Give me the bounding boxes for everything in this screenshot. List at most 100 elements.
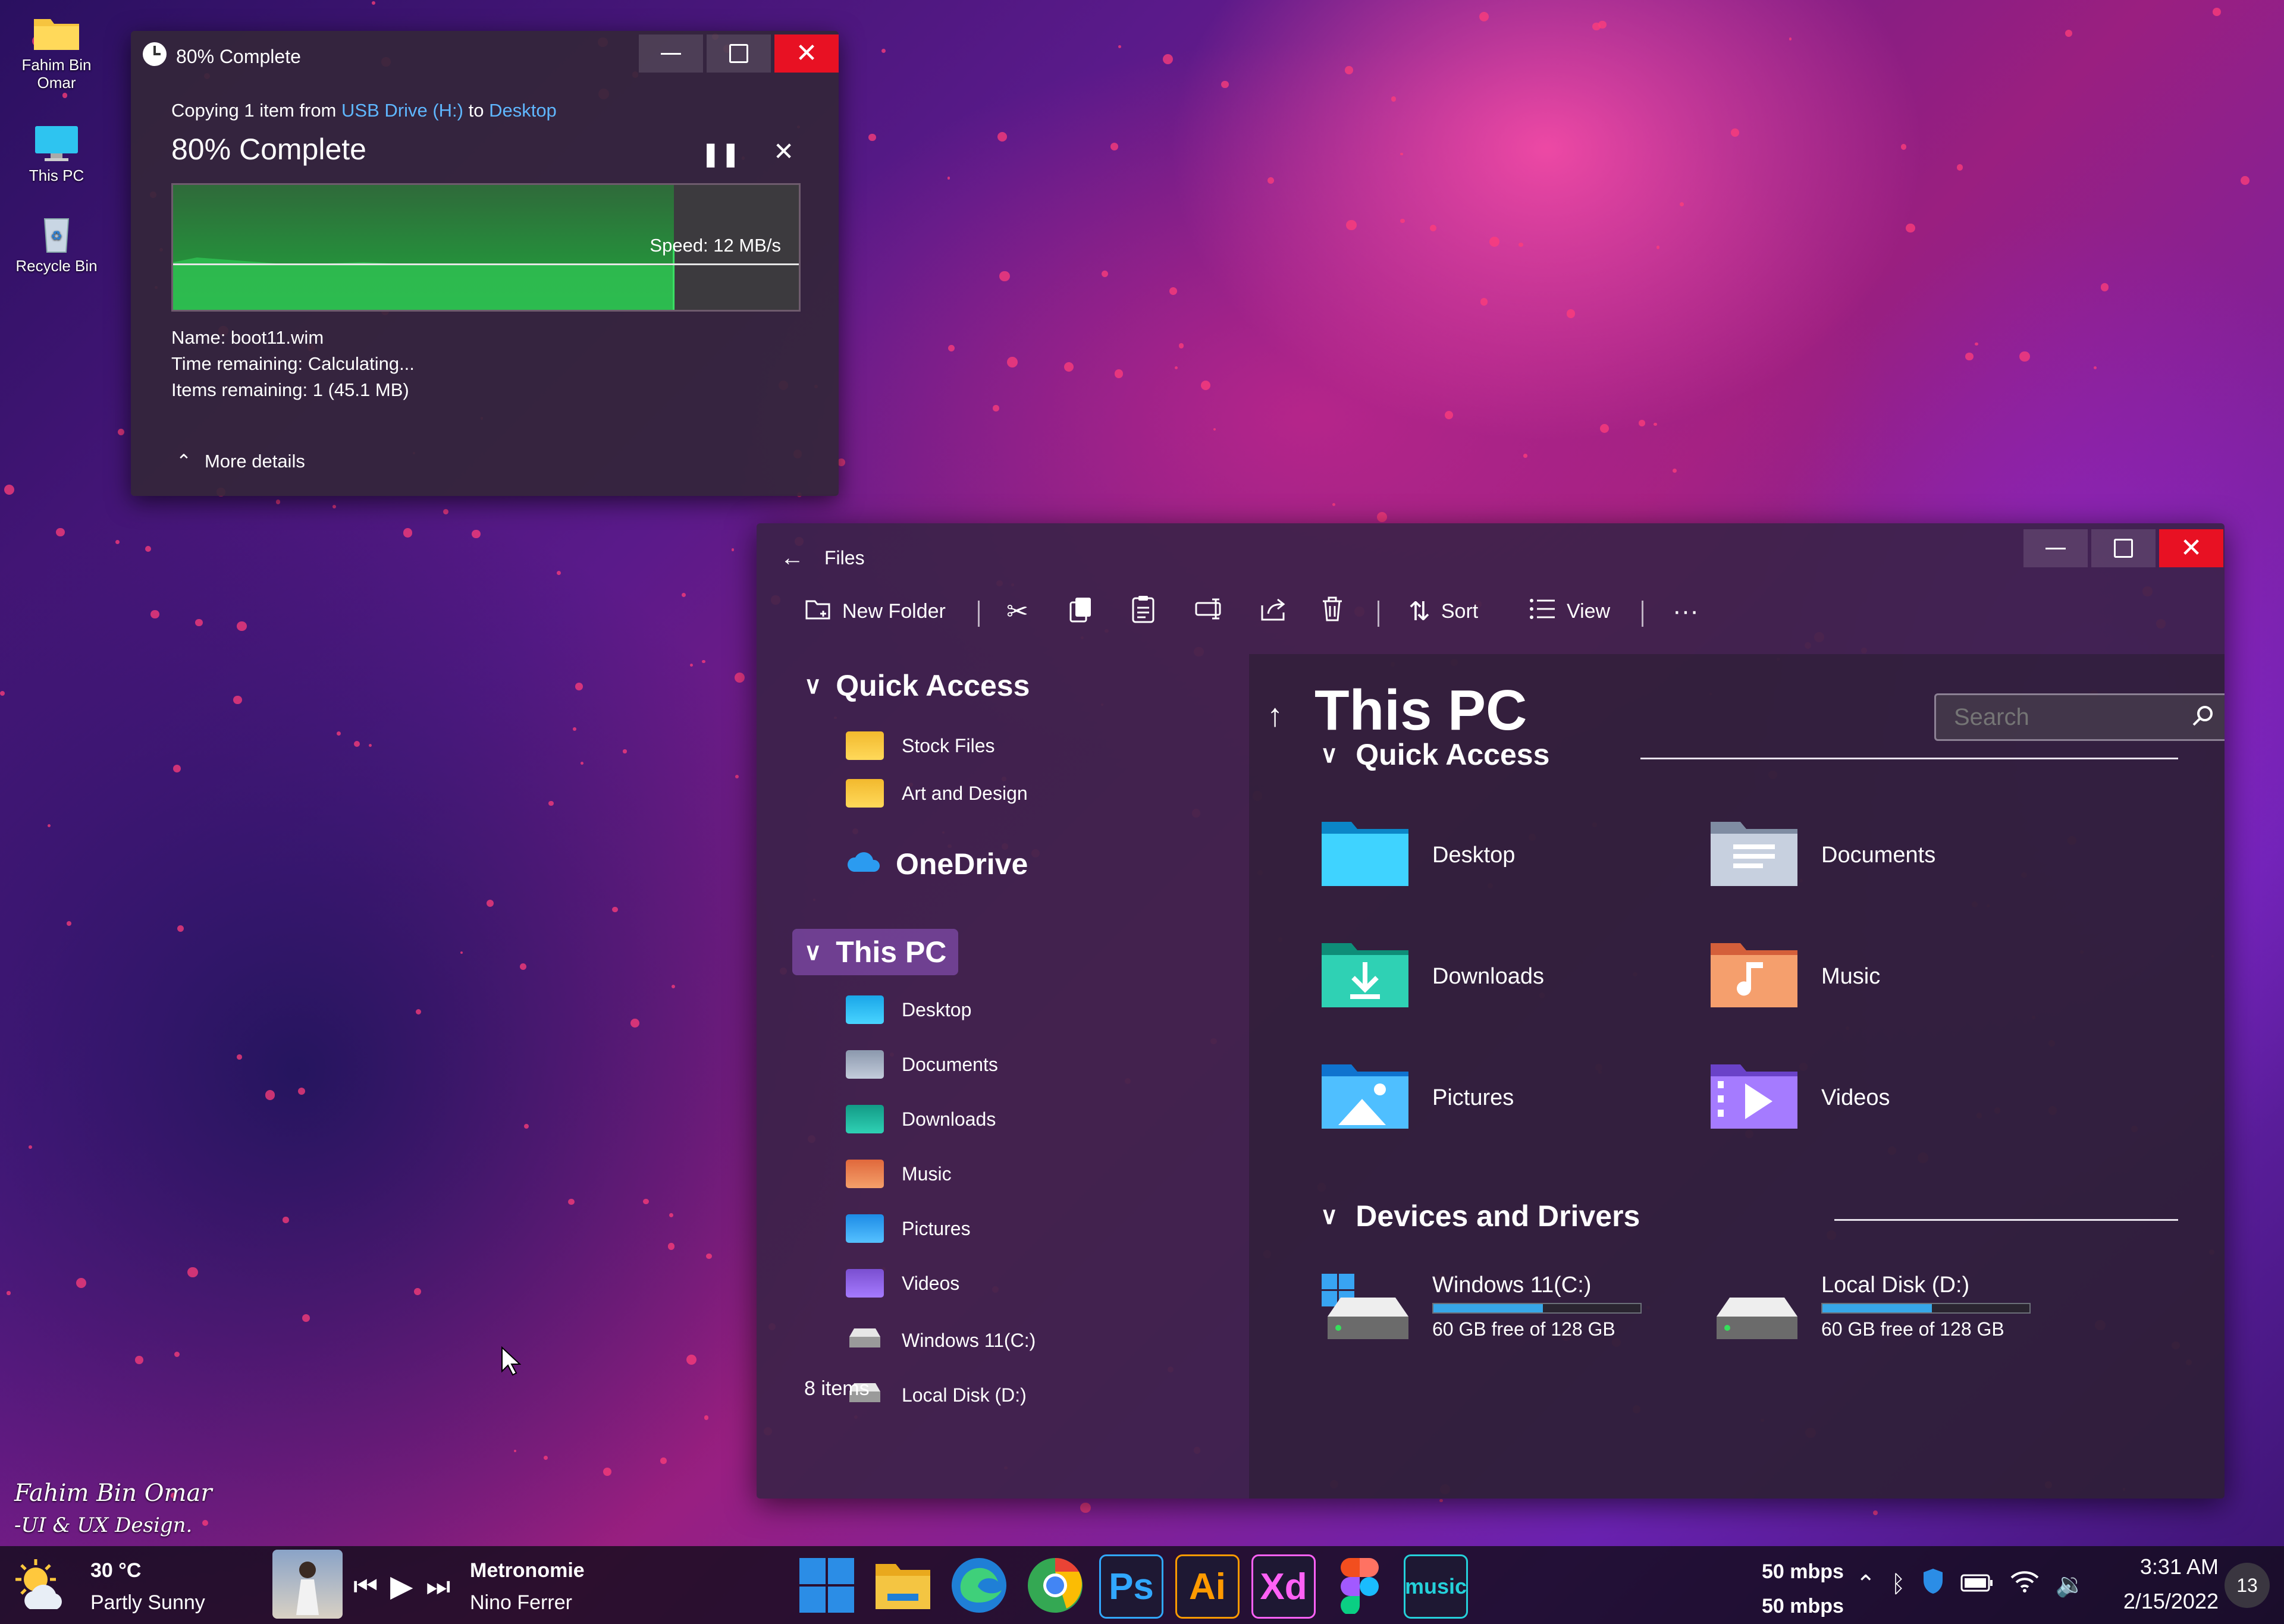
- nav-item-documents[interactable]: Documents: [846, 1050, 998, 1079]
- new-folder-button[interactable]: New Folder: [804, 593, 946, 629]
- file-name: Name: boot11.wim: [171, 327, 324, 348]
- folder-tile-videos[interactable]: Videos: [1709, 1060, 1890, 1136]
- delete-button[interactable]: [1320, 593, 1344, 629]
- taskbar-app-windows-start[interactable]: [795, 1554, 859, 1619]
- wallpaper-speck: [145, 545, 152, 552]
- file-explorer-icon: [874, 1560, 931, 1613]
- folder-tile-desktop[interactable]: Desktop: [1320, 817, 1515, 893]
- wallpaper-speck: [1873, 1510, 1878, 1516]
- folder-tile-pictures[interactable]: Pictures: [1320, 1060, 1514, 1136]
- notification-badge[interactable]: 13: [2225, 1563, 2270, 1608]
- taskbar-app-edge[interactable]: [947, 1554, 1011, 1619]
- now-playing[interactable]: Metronomie Nino Ferrer: [470, 1554, 585, 1619]
- taskbar-app-amazon-music[interactable]: music: [1404, 1554, 1468, 1619]
- taskbar-app-figma[interactable]: [1328, 1554, 1392, 1619]
- close-icon: ✕: [2180, 533, 2203, 563]
- clock[interactable]: 3:31 AM 2/15/2022: [2094, 1550, 2219, 1619]
- wallpaper-speck: [332, 505, 336, 509]
- wallpaper-speck: [704, 1415, 709, 1420]
- speed-line: [173, 263, 799, 265]
- weather-widget[interactable]: 30 °C Partly Sunny: [12, 1554, 205, 1619]
- nav-item-pictures[interactable]: Pictures: [846, 1214, 971, 1243]
- folder-tile-documents[interactable]: Documents: [1709, 817, 1935, 893]
- search-input[interactable]: [1953, 703, 2169, 731]
- search-box[interactable]: [1934, 693, 2225, 741]
- wallpaper-speck: [603, 1467, 611, 1476]
- share-button[interactable]: [1260, 593, 1288, 629]
- taskbar-app-file-explorer[interactable]: [871, 1554, 935, 1619]
- maximize-button[interactable]: [2091, 529, 2156, 567]
- section-devices-and-drivers[interactable]: ∨ Devices and Drivers: [1320, 1199, 1640, 1233]
- previous-track-button[interactable]: ⏮: [353, 1570, 378, 1603]
- wallpaper-speck: [173, 765, 181, 773]
- more-options-button[interactable]: ···: [1673, 593, 1699, 629]
- nav-item-windows-drive[interactable]: Windows 11(C:): [846, 1324, 1036, 1357]
- battery-icon[interactable]: [1960, 1571, 1994, 1598]
- taskbar-app-photoshop[interactable]: Ps: [1099, 1554, 1163, 1619]
- copy-button[interactable]: [1068, 593, 1094, 629]
- album-art[interactable]: [272, 1550, 343, 1619]
- desktop-folder-icon: [846, 995, 884, 1024]
- nav-item-music[interactable]: Music: [846, 1160, 952, 1188]
- taskbar-app-illustrator[interactable]: Ai: [1175, 1554, 1240, 1619]
- nav-quick-access[interactable]: ∨ Quick Access: [804, 668, 1030, 703]
- view-button[interactable]: View: [1529, 593, 1610, 629]
- nav-item-videos[interactable]: Videos: [846, 1269, 959, 1298]
- nav-onedrive[interactable]: OneDrive: [846, 847, 1028, 881]
- section-quick-access[interactable]: ∨ Quick Access: [1320, 737, 1549, 772]
- desktop-icon-recycle-bin[interactable]: ♻ Recycle Bin: [12, 215, 101, 275]
- file-explorer-window: ← Files ✕ New Folder ✂ ⇅ Sort View ··· ∨…: [757, 523, 2225, 1499]
- taskbar-app-xd[interactable]: Xd: [1251, 1554, 1316, 1619]
- play-button[interactable]: ▶: [390, 1569, 413, 1603]
- minimize-button[interactable]: [639, 34, 703, 73]
- nav-this-pc[interactable]: ∨ This PC: [792, 929, 959, 975]
- close-button[interactable]: ✕: [774, 34, 839, 73]
- desktop-icon-this-pc[interactable]: This PC: [12, 125, 101, 184]
- wallpaper-speck: [1174, 366, 1178, 369]
- next-track-button[interactable]: ⏭: [426, 1570, 450, 1603]
- wallpaper-speck: [1731, 128, 1739, 137]
- wallpaper-speck: [1566, 309, 1576, 318]
- taskbar-app-chrome[interactable]: [1023, 1554, 1087, 1619]
- copy-icon: [1068, 595, 1094, 628]
- drive-tile[interactable]: Windows 11(C:) 60 GB free of 128 GB: [1320, 1273, 1642, 1349]
- folder-tile-music[interactable]: Music: [1709, 938, 1880, 1014]
- xd-icon: Xd: [1260, 1566, 1307, 1607]
- volume-icon[interactable]: 🔉: [2056, 1570, 2085, 1598]
- more-details-toggle[interactable]: ⌃ More details: [176, 451, 305, 472]
- source-link[interactable]: USB Drive (H:): [341, 100, 463, 121]
- minimize-button[interactable]: [2023, 529, 2088, 567]
- wifi-icon[interactable]: [2009, 1569, 2040, 1599]
- wallpaper-speck: [2213, 8, 2222, 17]
- sort-button[interactable]: ⇅ Sort: [1408, 593, 1478, 629]
- back-arrow-icon[interactable]: ←: [780, 545, 804, 571]
- destination-link[interactable]: Desktop: [489, 100, 557, 121]
- new-folder-icon: [804, 595, 832, 628]
- nav-item-local-disk[interactable]: Local Disk (D:): [846, 1378, 1027, 1412]
- wallpaper-speck: [1268, 177, 1274, 184]
- security-shield-icon[interactable]: [1921, 1568, 1945, 1601]
- close-button[interactable]: ✕: [2159, 529, 2223, 567]
- nav-item-desktop[interactable]: Desktop: [846, 995, 971, 1024]
- nav-item-downloads[interactable]: Downloads: [846, 1105, 996, 1133]
- wallpaper-speck: [283, 1217, 289, 1224]
- drive-tile[interactable]: Local Disk (D:) 60 GB free of 128 GB: [1709, 1273, 2031, 1349]
- rename-button[interactable]: [1194, 593, 1225, 629]
- desktop-icon-user-folder[interactable]: Fahim Bin Omar: [12, 14, 101, 92]
- wallpaper-speck: [702, 659, 706, 664]
- cancel-copy-button[interactable]: ✕: [773, 137, 794, 166]
- folder-tile-downloads[interactable]: Downloads: [1320, 938, 1544, 1014]
- up-arrow-icon[interactable]: ↑: [1267, 697, 1283, 734]
- bluetooth-icon[interactable]: ᛒ: [1891, 1571, 1906, 1598]
- nav-item-stock-files[interactable]: Stock Files: [846, 731, 994, 760]
- paste-button[interactable]: [1131, 593, 1155, 629]
- cut-button[interactable]: ✂: [1006, 593, 1028, 629]
- search-icon[interactable]: [2191, 704, 2214, 731]
- nav-item-art-and-design[interactable]: Art and Design: [846, 779, 1028, 808]
- wallpaper-speck: [117, 429, 124, 436]
- wallpaper-speck: [1489, 236, 1500, 247]
- chevron-up-icon[interactable]: ⌃: [1856, 1570, 1876, 1598]
- maximize-button[interactable]: [707, 34, 771, 73]
- pause-button[interactable]: ❚❚: [701, 140, 741, 168]
- wallpaper-speck: [67, 921, 72, 926]
